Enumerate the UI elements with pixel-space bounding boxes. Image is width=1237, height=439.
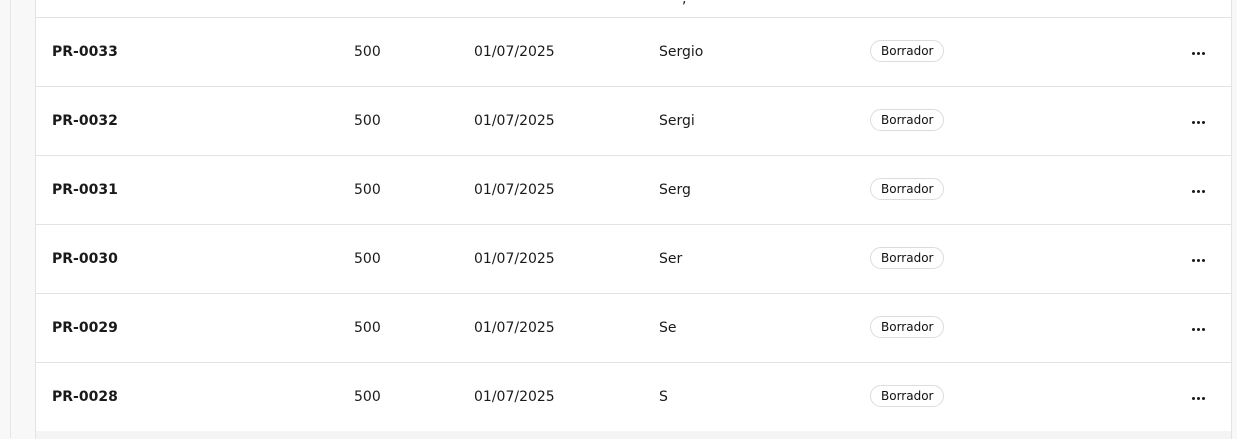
status-badge-label: Borrador (870, 178, 945, 200)
table-row[interactable]: PR-0028 500 01/07/2025 S Borrador (36, 363, 1231, 432)
row-date: 01/07/2025 (474, 251, 555, 267)
row-name: Sergio (659, 44, 704, 60)
table-row[interactable]: PR-0031 500 01/07/2025 Serg Borrador (36, 156, 1231, 225)
row-date: 01/07/2025 (474, 113, 555, 129)
row-amount: 500 (354, 44, 381, 60)
row-actions-button[interactable] (1186, 180, 1210, 202)
row-code: PR-0031 (52, 182, 118, 198)
left-rail (0, 0, 11, 438)
more-horizontal-icon (1191, 327, 1205, 331)
row-date: 01/07/2025 (474, 320, 555, 336)
row-date: 01/07/2025 (474, 389, 555, 405)
status-badge: Borrador (870, 109, 945, 131)
row-name: Se (659, 320, 677, 336)
row-name: S (659, 389, 668, 405)
row-code: PR-0028 (52, 389, 118, 405)
row-date: 01/07/2025 (474, 44, 555, 60)
row-code: PR-0033 (52, 44, 118, 60)
row-amount: 500 (354, 113, 381, 129)
status-badge: Borrador (870, 316, 945, 338)
row-actions-button[interactable] (1186, 249, 1210, 271)
previous-row-fragment: , (682, 0, 686, 7)
row-code: PR-0032 (52, 113, 118, 129)
status-badge-label: Borrador (870, 247, 945, 269)
row-code: PR-0029 (52, 320, 118, 336)
row-actions-button[interactable] (1186, 42, 1210, 64)
row-amount: 500 (354, 251, 381, 267)
more-horizontal-icon (1191, 120, 1205, 124)
row-name: Ser (659, 251, 683, 267)
status-badge-label: Borrador (870, 385, 945, 407)
row-actions-button[interactable] (1186, 111, 1210, 133)
status-badge: Borrador (870, 385, 945, 407)
more-horizontal-icon (1191, 51, 1205, 55)
row-actions-button[interactable] (1186, 387, 1210, 409)
row-code: PR-0030 (52, 251, 118, 267)
status-badge: Borrador (870, 247, 945, 269)
status-badge: Borrador (870, 40, 945, 62)
row-amount: 500 (354, 320, 381, 336)
row-name: Serg (659, 182, 691, 198)
status-badge-label: Borrador (870, 109, 945, 131)
more-horizontal-icon (1191, 189, 1205, 193)
table-row[interactable]: PR-0033 500 01/07/2025 Sergio Borrador (36, 18, 1231, 87)
row-amount: 500 (354, 389, 381, 405)
more-horizontal-icon (1191, 396, 1205, 400)
table-row[interactable]: PR-0029 500 01/07/2025 Se Borrador (36, 294, 1231, 363)
status-badge-label: Borrador (870, 40, 945, 62)
row-amount: 500 (354, 182, 381, 198)
table-row[interactable]: PR-0030 500 01/07/2025 Ser Borrador (36, 225, 1231, 294)
more-horizontal-icon (1191, 258, 1205, 262)
status-badge-label: Borrador (870, 316, 945, 338)
data-table: , PR-0033 500 01/07/2025 Sergio Borrador… (35, 0, 1232, 439)
status-badge: Borrador (870, 178, 945, 200)
row-date: 01/07/2025 (474, 182, 555, 198)
row-name: Sergi (659, 113, 695, 129)
table-row[interactable]: PR-0032 500 01/07/2025 Sergi Borrador (36, 87, 1231, 156)
row-actions-button[interactable] (1186, 318, 1210, 340)
